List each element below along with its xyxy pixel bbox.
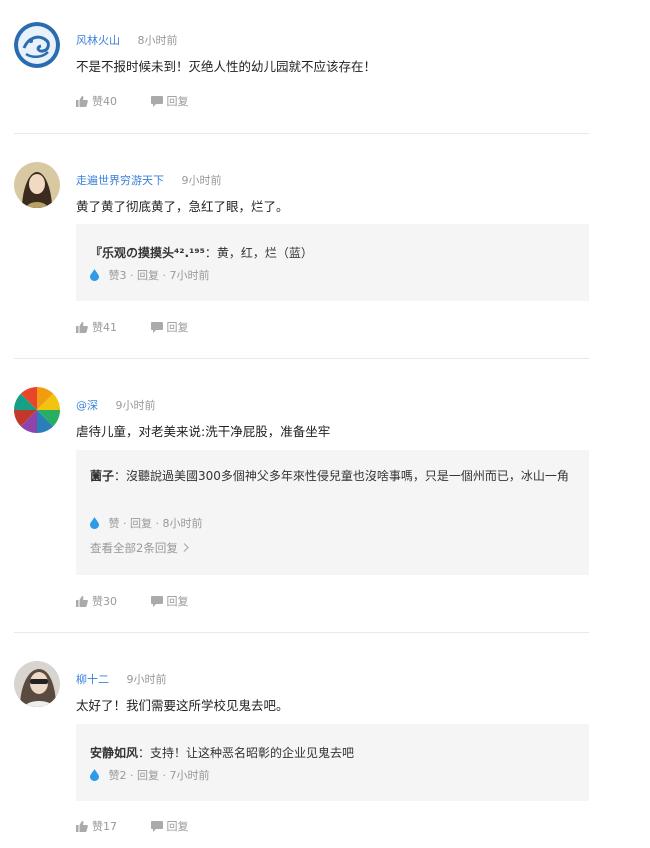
thumbs-up-icon: [76, 595, 88, 607]
reply-label: 回复: [166, 820, 189, 833]
comment-text: 虐待儿童，对老美来说:洗干净屁股，准备坐牢: [76, 424, 331, 439]
speech-bubble-icon: [150, 95, 163, 107]
like-button[interactable]: 赞41: [76, 319, 117, 335]
reply-label: 回复: [166, 595, 189, 608]
avatar[interactable]: [14, 661, 60, 707]
reply-content: 薗子：沒聽說過美國300多個神父多年來性侵兒童也沒啥事嗎，只是一個州而已，冰山一…: [90, 466, 570, 487]
comment-actions: 赞17 回复: [76, 818, 219, 835]
reply-content: 『乐观の摸摸头⁴².¹⁹⁵：黄，红，烂（蓝）: [90, 243, 570, 264]
chevron-right-icon: [184, 543, 190, 552]
divider: [14, 632, 589, 633]
reply-meta: 赞 · 回复 · 8小时前: [90, 515, 202, 531]
reply-label: 回复: [166, 95, 189, 108]
reply-meta: 赞2 · 回复 · 7小时前: [90, 767, 209, 783]
avatar[interactable]: [14, 162, 60, 208]
reply-content: 安静如风：支持！让这种恶名昭彰的企业见鬼去吧: [90, 743, 570, 764]
reply-button[interactable]: 回复: [150, 93, 189, 109]
thumbs-up-icon: [76, 820, 88, 832]
like-count: 赞30: [92, 595, 117, 608]
water-drop-icon[interactable]: [90, 269, 99, 281]
water-drop-icon[interactable]: [90, 517, 99, 529]
timestamp: 9小时前: [181, 174, 222, 187]
speech-bubble-icon: [150, 321, 163, 333]
comment-actions: 赞30 回复: [76, 593, 219, 610]
timestamp: 8小时前: [137, 34, 178, 47]
like-count: 赞41: [92, 321, 117, 334]
timestamp: 9小时前: [115, 399, 156, 412]
reply-box: 『乐观の摸摸头⁴².¹⁹⁵：黄，红，烂（蓝） 赞3 · 回复 · 7小时前: [76, 224, 589, 301]
like-count: 赞40: [92, 95, 117, 108]
username[interactable]: 柳十二: [76, 673, 109, 686]
reply-box: 安静如风：支持！让这种恶名昭彰的企业见鬼去吧 赞2 · 回复 · 7小时前: [76, 724, 589, 801]
comment-actions: 赞40 回复: [76, 93, 219, 110]
username[interactable]: 走遍世界穷游天下: [76, 174, 164, 187]
reply-username[interactable]: 薗子: [90, 469, 114, 483]
comment-text: 太好了！我们需要这所学校见鬼去吧。: [76, 698, 289, 713]
comment-actions: 赞41 回复: [76, 319, 219, 336]
thumbs-up-icon: [76, 321, 88, 333]
view-all-replies-text: 查看全部2条回复: [90, 541, 178, 555]
comment-header: 走遍世界穷游天下 9小时前: [76, 172, 222, 188]
reply-button[interactable]: 回复: [150, 319, 189, 335]
reply-meta-text: 赞 · 回复 · 8小时前: [108, 517, 203, 530]
username[interactable]: 风林火山: [76, 34, 120, 47]
avatar[interactable]: [14, 22, 60, 68]
reply-label: 回复: [166, 321, 189, 334]
reply-button[interactable]: 回复: [150, 593, 189, 609]
view-all-replies-link[interactable]: 查看全部2条回复: [90, 540, 190, 556]
reply-meta-text: 赞2 · 回复 · 7小时前: [108, 769, 210, 782]
reply-username[interactable]: 『乐观の摸摸头⁴².¹⁹⁵: [90, 246, 205, 260]
like-count: 赞17: [92, 820, 117, 833]
like-button[interactable]: 赞40: [76, 93, 117, 109]
reply-button[interactable]: 回复: [150, 818, 189, 834]
comment-header: 柳十二 9小时前: [76, 671, 167, 687]
username[interactable]: @深: [76, 399, 98, 412]
thumbs-up-icon: [76, 95, 88, 107]
comment-header: @深 9小时前: [76, 397, 156, 413]
avatar[interactable]: [14, 387, 60, 433]
reply-meta-text: 赞3 · 回复 · 7小时前: [108, 269, 210, 282]
comment-text: 不是不报时候未到！灭绝人性的幼儿园就不应该存在！: [76, 59, 377, 74]
divider: [14, 133, 589, 134]
comment-header: 风林火山 8小时前: [76, 32, 178, 48]
reply-text: ：沒聽說過美國300多個神父多年來性侵兒童也沒啥事嗎，只是一個州而已，冰山一角: [114, 469, 569, 483]
comment-text: 黄了黄了彻底黄了，急红了眼，烂了。: [76, 199, 289, 214]
speech-bubble-icon: [150, 595, 163, 607]
reply-box: 薗子：沒聽說過美國300多個神父多年來性侵兒童也沒啥事嗎，只是一個州而已，冰山一…: [76, 450, 589, 575]
reply-text: ：支持！让这种恶名昭彰的企业见鬼去吧: [138, 746, 355, 760]
divider: [14, 358, 589, 359]
speech-bubble-icon: [150, 820, 163, 832]
like-button[interactable]: 赞17: [76, 818, 117, 834]
like-button[interactable]: 赞30: [76, 593, 117, 609]
timestamp: 9小时前: [126, 673, 167, 686]
reply-username[interactable]: 安静如风: [90, 746, 138, 760]
reply-text: ：黄，红，烂（蓝）: [204, 246, 313, 260]
water-drop-icon[interactable]: [90, 769, 99, 781]
reply-meta: 赞3 · 回复 · 7小时前: [90, 267, 209, 283]
